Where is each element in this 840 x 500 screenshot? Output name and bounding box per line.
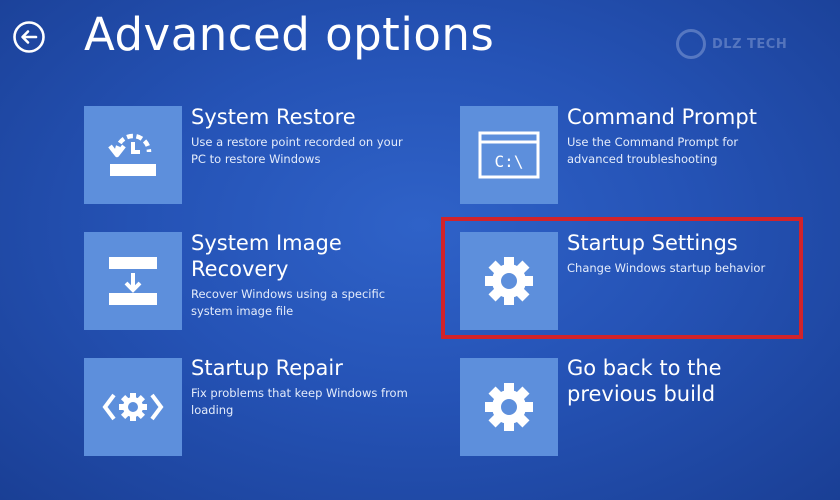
system-image-recovery-icon xyxy=(109,257,157,305)
command-prompt-icon: C:\ xyxy=(478,131,540,179)
option-description-line: Use a restore point recorded on your xyxy=(191,135,403,149)
option-description-line: Fix problems that keep Windows from xyxy=(191,386,408,400)
watermark-mark-icon xyxy=(676,29,706,59)
back-arrow-icon xyxy=(13,21,45,53)
watermark-text: DLZ TECH xyxy=(712,36,788,52)
option-description-line: loading xyxy=(191,403,234,417)
option-description-line: Use the Command Prompt for xyxy=(567,135,739,149)
option-description-line: Change Windows startup behavior xyxy=(567,261,766,275)
system-restore-tile[interactable] xyxy=(84,106,182,204)
command-prompt-tile[interactable]: C:\ xyxy=(460,106,558,204)
option-description-line: Recover Windows using a specific xyxy=(191,287,386,301)
system-image-recovery-tile[interactable] xyxy=(84,232,182,330)
option-description-line: advanced troubleshooting xyxy=(567,152,718,166)
gear-icon xyxy=(485,383,533,431)
page-title: Advanced options xyxy=(84,8,495,61)
option-title: Recovery xyxy=(191,257,289,281)
go-back-previous-build-tile[interactable] xyxy=(460,358,558,456)
startup-repair-icon xyxy=(102,393,164,421)
gear-icon xyxy=(485,257,533,305)
option-title: previous build xyxy=(567,382,716,406)
option-title: System Restore xyxy=(191,105,356,129)
option-title: Startup Settings xyxy=(567,231,738,255)
back-button[interactable] xyxy=(12,20,46,54)
option-description-line: PC to restore Windows xyxy=(191,152,321,166)
option-title: Command Prompt xyxy=(567,105,757,129)
option-title: Startup Repair xyxy=(191,356,343,380)
option-title: System Image xyxy=(191,231,342,255)
startup-repair-tile[interactable] xyxy=(84,358,182,456)
system-restore-icon xyxy=(108,133,156,176)
option-title: Go back to the xyxy=(567,356,722,380)
startup-settings-tile[interactable] xyxy=(460,232,558,330)
watermark-logo: DLZ TECH xyxy=(676,28,798,60)
command-prompt-icon-text: C:\ xyxy=(495,152,524,171)
option-description-line: system image file xyxy=(191,304,294,318)
